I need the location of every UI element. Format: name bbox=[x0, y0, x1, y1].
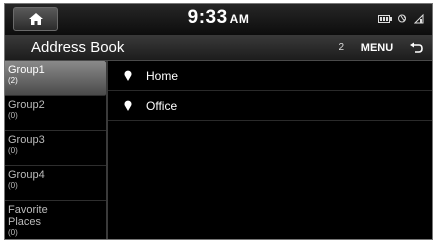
group-count: (2) bbox=[8, 76, 18, 85]
group-name: Group1 bbox=[8, 64, 45, 76]
group-count: (0) bbox=[8, 228, 18, 237]
list-item[interactable]: Office bbox=[108, 91, 432, 121]
back-arrow-icon bbox=[410, 42, 423, 53]
clock: 9:33 AM bbox=[5, 7, 432, 29]
menu-button[interactable]: MENU bbox=[356, 39, 398, 57]
head-unit-screen: 9:33 AM Address Book 2 MENU Group1 (2) G… bbox=[4, 3, 433, 240]
signal-icon bbox=[414, 13, 424, 24]
group-count: (0) bbox=[8, 146, 18, 155]
bluetooth-icon bbox=[398, 14, 406, 23]
map-pin-icon bbox=[124, 100, 132, 111]
group-tab-3[interactable]: Group3 (0) bbox=[5, 131, 106, 166]
title-bar: Address Book 2 MENU bbox=[5, 35, 432, 61]
group-tab-2[interactable]: Group2 (0) bbox=[5, 96, 106, 131]
address-list: Home Office bbox=[108, 61, 432, 239]
clock-time: 9:33 bbox=[187, 7, 228, 28]
group-count: (0) bbox=[8, 111, 18, 120]
status-icons bbox=[378, 13, 424, 24]
list-item[interactable]: Home bbox=[108, 61, 432, 91]
group-tab-favorite-places[interactable]: Favorite Places (0) bbox=[5, 201, 106, 239]
group-sidebar: Group1 (2) Group2 (0) Group3 (0) Group4 … bbox=[5, 61, 106, 239]
clock-ampm: AM bbox=[229, 12, 250, 26]
battery-icon bbox=[378, 14, 392, 23]
group-tab-1[interactable]: Group1 (2) bbox=[5, 61, 106, 96]
page-title: Address Book bbox=[31, 39, 125, 56]
group-name: Favorite Places bbox=[8, 204, 48, 228]
list-item-label: Home bbox=[146, 69, 179, 83]
group-name: Group3 bbox=[8, 134, 45, 146]
group-tab-4[interactable]: Group4 (0) bbox=[5, 166, 106, 201]
list-item-label: Office bbox=[146, 99, 178, 113]
map-pin-icon bbox=[124, 70, 132, 81]
entry-count: 2 bbox=[338, 42, 344, 53]
group-name: Group4 bbox=[8, 169, 45, 181]
group-name: Group2 bbox=[8, 99, 45, 111]
back-button[interactable] bbox=[404, 38, 428, 58]
group-count: (0) bbox=[8, 181, 18, 190]
status-bar: 9:33 AM bbox=[5, 4, 432, 36]
